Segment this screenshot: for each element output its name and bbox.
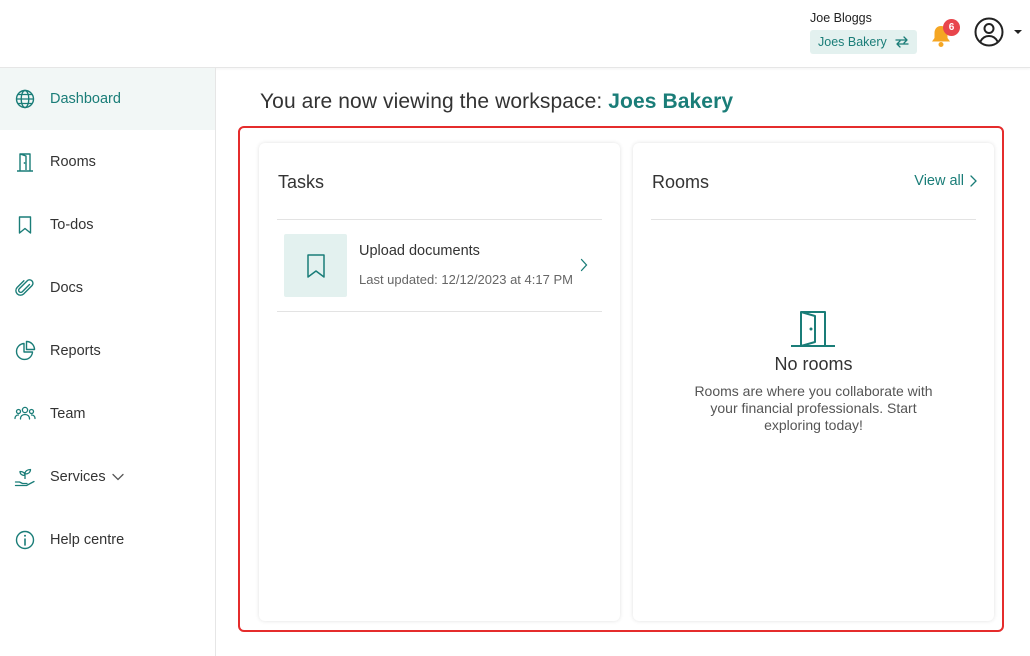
empty-state-title: No rooms <box>774 354 853 374</box>
sidebar-item-team[interactable]: Team <box>0 383 215 445</box>
view-all-link[interactable]: View all <box>914 173 977 189</box>
sidebar-item-dashboard[interactable]: Dashboard <box>0 68 215 130</box>
workspace-switcher-label: Joes Bakery <box>818 35 887 49</box>
task-item[interactable]: Upload documents Last updated: 12/12/202… <box>277 220 602 312</box>
sidebar-item-label: Rooms <box>50 154 96 170</box>
paperclip-icon <box>15 279 34 296</box>
sidebar: Dashboard Rooms To-dos Docs Reports Team… <box>0 68 216 656</box>
door-icon <box>791 311 835 347</box>
sidebar-item-label: Docs <box>50 280 84 296</box>
sidebar-item-docs[interactable]: Docs <box>0 257 215 319</box>
info-icon <box>15 530 35 550</box>
view-all-label: View all <box>914 173 964 189</box>
tasks-card: Tasks Upload documents Last updated: 12/… <box>259 143 620 621</box>
task-name: Upload documents <box>359 243 480 259</box>
sidebar-item-label: Help centre <box>50 532 125 548</box>
sidebar-item-help-centre[interactable]: Help centre <box>0 509 215 571</box>
sidebar-item-label: Services <box>50 469 106 485</box>
team-icon <box>14 406 36 420</box>
plant-hand-icon <box>14 468 35 487</box>
app-root: Joe Bloggs Joes Bakery 6 Dashboard Rooms… <box>0 0 1030 656</box>
door-icon <box>17 153 33 172</box>
sidebar-item-label: To-dos <box>50 217 94 233</box>
sidebar-item-reports[interactable]: Reports <box>0 320 215 382</box>
workspace-name: Joes Bakery <box>608 90 734 113</box>
notification-badge: 6 <box>943 19 960 36</box>
switch-icon <box>895 36 909 48</box>
top-header: Joe Bloggs Joes Bakery 6 <box>0 0 1030 68</box>
task-tile <box>284 234 347 297</box>
chevron-right-icon <box>970 175 977 187</box>
rooms-card-title: Rooms <box>652 172 710 192</box>
empty-state-description: Rooms are where you collaborate with you… <box>694 383 933 433</box>
pie-chart-icon <box>15 340 36 361</box>
sidebar-item-label: Reports <box>50 343 101 359</box>
user-avatar-icon[interactable] <box>974 17 1004 47</box>
workspace-switcher[interactable]: Joes Bakery <box>810 30 917 54</box>
user-name: Joe Bloggs <box>810 11 872 25</box>
tasks-card-title: Tasks <box>278 172 325 192</box>
caret-down-icon[interactable] <box>1014 29 1022 35</box>
chevron-down-icon[interactable] <box>112 473 124 481</box>
user-block: Joe Bloggs Joes Bakery <box>810 11 917 54</box>
bookmark-icon <box>306 253 325 278</box>
page-title: You are now viewing the workspace: Joes … <box>260 90 733 114</box>
chevron-right-icon <box>580 258 588 272</box>
page-title-prefix: You are now viewing the workspace: <box>260 90 603 113</box>
divider <box>651 219 976 220</box>
sidebar-item-rooms[interactable]: Rooms <box>0 131 215 193</box>
sidebar-item-todos[interactable]: To-dos <box>0 194 215 256</box>
sidebar-item-services[interactable]: Services <box>0 446 215 508</box>
task-last-updated: Last updated: 12/12/2023 at 4:17 PM <box>359 272 573 287</box>
sidebar-item-label: Team <box>50 406 86 422</box>
sidebar-item-label: Dashboard <box>50 91 121 107</box>
bookmark-icon <box>18 216 32 234</box>
globe-icon <box>15 89 35 109</box>
rooms-card: Rooms View all No rooms Rooms are where … <box>633 143 994 621</box>
